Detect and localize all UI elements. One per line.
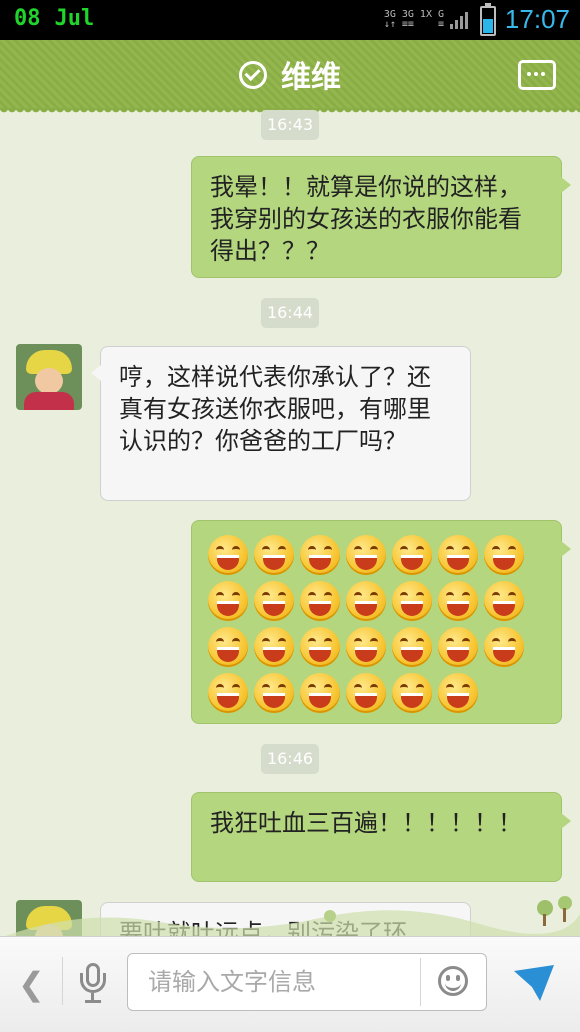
network-3g-1x-icon: 3G 1X ≡≡: [401, 9, 432, 30]
microphone-icon[interactable]: [80, 959, 106, 1007]
laughing-emoji-icon: [254, 673, 294, 713]
more-options-button[interactable]: [518, 60, 556, 90]
laughing-emoji-icon: [484, 581, 524, 621]
status-date: 08 Jul: [14, 6, 94, 31]
laughing-emoji-icon: [392, 535, 432, 575]
laughing-emoji-icon: [438, 535, 478, 575]
laughing-emoji-icon: [346, 673, 386, 713]
laughing-emoji-icon: [346, 581, 386, 621]
divider: [420, 958, 421, 1006]
back-chevron-icon[interactable]: ❮: [18, 965, 45, 1003]
timestamp: 16:43: [261, 110, 319, 140]
verified-check-icon: [239, 60, 267, 89]
status-day: 08: [14, 6, 41, 31]
laughing-emoji-icon: [254, 535, 294, 575]
status-time: 17:07: [504, 4, 570, 34]
emoji-grid: [208, 535, 545, 713]
laughing-emoji-icon: [438, 581, 478, 621]
chat-header: 维维: [0, 40, 580, 114]
message-input[interactable]: [127, 953, 487, 1011]
laughing-emoji-icon: [208, 535, 248, 575]
grass-decoration: [5, 896, 580, 936]
laughing-emoji-icon: [392, 673, 432, 713]
network-3g-icon: 3G ↓↑: [383, 9, 396, 30]
laughing-emoji-icon: [254, 627, 294, 667]
timestamp: 16:44: [261, 298, 319, 328]
message-bubble-sent[interactable]: 我狂吐血三百遍！！！！！！: [191, 792, 571, 882]
chat-title-area: 维维: [0, 52, 580, 96]
laughing-emoji-icon: [300, 627, 340, 667]
laughing-emoji-icon: [438, 673, 478, 713]
timestamp: 16:46: [261, 744, 319, 774]
signal-strength-icon: [450, 11, 468, 29]
laughing-emoji-icon: [208, 627, 248, 667]
emoji-smile-icon[interactable]: [438, 966, 468, 996]
network-g-icon: G ≡: [437, 9, 444, 30]
laughing-emoji-icon: [438, 627, 478, 667]
laughing-emoji-icon: [208, 673, 248, 713]
battery-icon: [480, 3, 496, 36]
laughing-emoji-icon: [300, 673, 340, 713]
divider: [62, 957, 63, 1005]
laughing-emoji-icon: [346, 627, 386, 667]
contact-avatar[interactable]: [16, 344, 82, 410]
send-button[interactable]: [512, 961, 556, 1005]
message-bubble-sent[interactable]: 我晕！！就算是你说的这样，我穿别的女孩送的衣服你能看得出？？？: [191, 156, 571, 278]
message-bubble-sent-emoji[interactable]: [191, 520, 571, 724]
message-input-field[interactable]: [146, 954, 420, 1010]
laughing-emoji-icon: [300, 535, 340, 575]
laughing-emoji-icon: [300, 581, 340, 621]
laughing-emoji-icon: [484, 627, 524, 667]
laughing-emoji-icon: [254, 581, 294, 621]
laughing-emoji-icon: [208, 581, 248, 621]
laughing-emoji-icon: [392, 581, 432, 621]
laughing-emoji-icon: [346, 535, 386, 575]
status-month: Jul: [54, 6, 95, 31]
input-bar: ❮: [0, 936, 580, 1032]
message-list[interactable]: 16:43 我晕！！就算是你说的这样，我穿别的女孩送的衣服你能看得出？？？ 16…: [0, 108, 580, 936]
network-indicators: 3G ↓↑ 3G 1X ≡≡ G ≡: [384, 4, 468, 36]
laughing-emoji-icon: [392, 627, 432, 667]
message-bubble-received[interactable]: 哼，这样说代表你承认了？还真有女孩送你衣服吧，有哪里认识的？你爸爸的工厂吗？: [91, 346, 471, 501]
chat-title: 维维: [281, 60, 341, 95]
laughing-emoji-icon: [484, 535, 524, 575]
status-bar: 08 Jul 3G ↓↑ 3G 1X ≡≡ G ≡ 17:07: [0, 0, 580, 40]
